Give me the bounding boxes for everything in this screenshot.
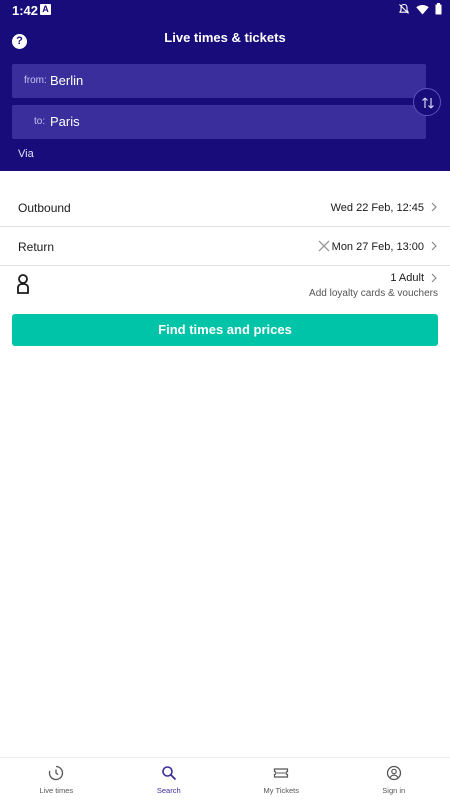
- status-bar: 1:42 A: [0, 0, 450, 20]
- passenger-summary: 1 Adult: [390, 272, 424, 284]
- to-station-value: Paris: [50, 114, 80, 129]
- page-title: Live times & tickets: [164, 30, 286, 45]
- find-times-button[interactable]: Find times and prices: [12, 314, 438, 346]
- status-time: 1:42: [12, 3, 39, 18]
- nav-item-my-tickets[interactable]: My Tickets: [225, 758, 338, 800]
- clear-return-icon[interactable]: [318, 240, 330, 252]
- nav-label: My Tickets: [263, 786, 299, 795]
- search-header: ? Live times & tickets from: Berlin to: …: [0, 20, 450, 171]
- outbound-date: Wed 22 Feb, 12:45: [330, 202, 424, 214]
- return-row[interactable]: Return Mon 27 Feb, 13:00: [0, 228, 450, 266]
- notification-badge: A: [40, 4, 51, 15]
- to-station-field[interactable]: to: Paris: [12, 105, 426, 139]
- person-icon: [17, 274, 29, 294]
- chevron-right-icon: [431, 273, 437, 283]
- return-label: Return: [18, 240, 55, 254]
- swap-stations-button[interactable]: [413, 88, 441, 116]
- swap-icon: [422, 97, 434, 109]
- nav-label: Sign in: [382, 786, 406, 795]
- bottom-nav: Live times Search My Tickets Sign in: [0, 757, 450, 800]
- from-label: from:: [24, 75, 47, 86]
- search-icon: [161, 766, 176, 781]
- wifi-icon: [416, 4, 429, 14]
- account-icon: [386, 765, 401, 781]
- to-label: to:: [34, 116, 46, 127]
- return-date: Mon 27 Feb, 13:00: [331, 241, 424, 253]
- nav-label: Search: [156, 786, 181, 795]
- loyalty-cards-link[interactable]: Add loyalty cards & vouchers: [309, 288, 438, 299]
- nav-label: Live times: [39, 786, 74, 795]
- via-link[interactable]: Via: [18, 148, 34, 160]
- status-icons: [398, 3, 442, 15]
- ticket-icon: [274, 768, 289, 778]
- nav-item-live-times[interactable]: Live times: [0, 758, 113, 800]
- passengers-row[interactable]: 1 Adult Add loyalty cards & vouchers: [0, 267, 450, 305]
- chevron-right-icon: [431, 202, 437, 212]
- from-station-field[interactable]: from: Berlin: [12, 64, 426, 98]
- clock-icon: [49, 765, 64, 781]
- silent-icon: [399, 3, 409, 14]
- from-station-value: Berlin: [50, 73, 84, 88]
- nav-item-sign-in[interactable]: Sign in: [338, 758, 450, 800]
- outbound-label: Outbound: [18, 201, 71, 215]
- outbound-row[interactable]: Outbound Wed 22 Feb, 12:45: [0, 189, 450, 227]
- chevron-right-icon: [431, 241, 437, 251]
- battery-icon: [435, 3, 442, 15]
- nav-item-search[interactable]: Search: [113, 758, 226, 800]
